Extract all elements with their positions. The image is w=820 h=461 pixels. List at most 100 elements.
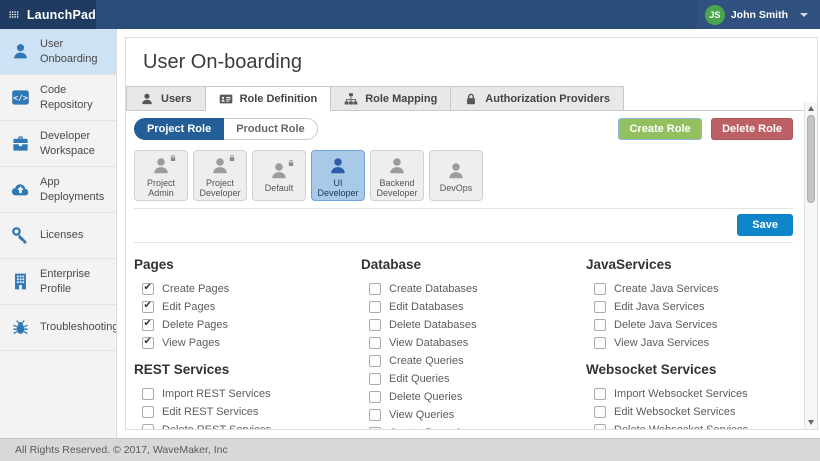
role-card-backend-developer[interactable]: Backend Developer [370, 150, 424, 201]
role-card-default[interactable]: Default [252, 150, 306, 201]
role-card-devops[interactable]: DevOps [429, 150, 483, 201]
permission-row[interactable]: Create Procedures [369, 427, 586, 430]
scroll-down-icon[interactable] [808, 420, 814, 425]
checkbox[interactable] [594, 406, 606, 418]
user-name: John Smith [731, 9, 788, 21]
permission-row[interactable]: Create Queries [369, 355, 586, 367]
scrollbar-thumb[interactable] [807, 115, 815, 203]
checkbox[interactable] [369, 301, 381, 313]
permission-row[interactable]: Delete Queries [369, 391, 586, 403]
sidebar-item-label: User Onboarding [40, 37, 112, 66]
checkbox[interactable] [142, 406, 154, 418]
scroll-up-icon[interactable] [808, 106, 814, 111]
checkbox[interactable] [142, 301, 154, 313]
sidebar-item-developer-workspace[interactable]: Developer Workspace [0, 121, 116, 167]
checkbox-label: Delete Websocket Services [614, 424, 748, 430]
create-role-button[interactable]: Create Role [618, 118, 701, 140]
tab-role-definition[interactable]: Role Definition [205, 86, 332, 111]
checkbox[interactable] [594, 388, 606, 400]
permission-row[interactable]: Edit REST Services [142, 406, 361, 418]
sidebar-item-licenses[interactable]: Licenses [0, 213, 116, 259]
checkbox[interactable] [142, 283, 154, 295]
permission-row[interactable]: Import Websocket Services [594, 388, 793, 400]
permissions-section-websocket-services: Websocket Services Import Websocket Serv… [586, 362, 793, 430]
save-button[interactable]: Save [737, 214, 793, 236]
role-card-project-admin[interactable]: Project Admin [134, 150, 188, 201]
permission-row[interactable]: View Queries [369, 409, 586, 421]
permission-row[interactable]: Create Databases [369, 283, 586, 295]
role-card-ui-developer[interactable]: UI Developer [311, 150, 365, 201]
tab-authorization-providers[interactable]: Authorization Providers [450, 86, 624, 110]
sidebar-item-label: Developer Workspace [40, 129, 112, 158]
checkbox[interactable] [369, 373, 381, 385]
tab-bar: Users Role Definition Role Mapping Autho… [126, 86, 817, 111]
checkbox[interactable] [594, 337, 606, 349]
permission-row[interactable]: Edit Databases [369, 301, 586, 313]
project-role-toggle[interactable]: Project Role [134, 118, 224, 140]
role-action-buttons: Create Role Delete Role [618, 118, 793, 140]
checkbox[interactable] [594, 424, 606, 430]
permission-row[interactable]: View Databases [369, 337, 586, 349]
cloud-upload-icon [11, 180, 30, 199]
tab-role-mapping[interactable]: Role Mapping [330, 86, 451, 110]
checkbox-label: View Java Services [614, 337, 709, 349]
permission-row[interactable]: Edit Pages [142, 301, 361, 313]
permission-row[interactable]: Delete Java Services [594, 319, 793, 331]
checkbox[interactable] [594, 283, 606, 295]
permission-row[interactable]: Delete REST Services [142, 424, 361, 430]
user-icon [328, 156, 348, 176]
checkbox[interactable] [142, 337, 154, 349]
sidebar-item-user-onboarding[interactable]: User Onboarding [0, 29, 116, 75]
role-card-project-developer[interactable]: Project Developer [193, 150, 247, 201]
checkbox[interactable] [369, 355, 381, 367]
sidebar-item-enterprise-profile[interactable]: Enterprise Profile [0, 259, 116, 305]
app-grid-icon [9, 8, 19, 21]
checkbox[interactable] [142, 424, 154, 430]
permission-row[interactable]: Import REST Services [142, 388, 361, 400]
user-icon [11, 42, 30, 61]
checkbox-label: Delete Databases [389, 319, 476, 331]
checkbox[interactable] [369, 427, 381, 430]
permission-row[interactable]: View Java Services [594, 337, 793, 349]
checkbox[interactable] [369, 283, 381, 295]
user-icon [140, 92, 154, 106]
checkbox[interactable] [369, 337, 381, 349]
user-icon [446, 161, 466, 181]
sidebar-item-troubleshooting[interactable]: Troubleshooting [0, 305, 116, 351]
role-card-label: Backend Developer [371, 178, 423, 199]
page-title: User On-boarding [126, 38, 817, 86]
sidebar-item-code-repository[interactable]: </> Code Repository [0, 75, 116, 121]
product-role-toggle[interactable]: Product Role [224, 118, 317, 140]
permissions-section-rest-services: REST Services Import REST Services Edit … [134, 362, 361, 430]
checkbox[interactable] [142, 388, 154, 400]
permission-row[interactable]: View Pages [142, 337, 361, 349]
delete-role-button[interactable]: Delete Role [711, 118, 793, 140]
checkbox[interactable] [369, 391, 381, 403]
user-menu[interactable]: JS John Smith [697, 0, 820, 29]
app-logo[interactable]: LaunchPad [0, 0, 96, 29]
permission-row[interactable]: Delete Databases [369, 319, 586, 331]
checkbox-label: Edit Databases [389, 301, 464, 313]
permission-row[interactable]: Delete Websocket Services [594, 424, 793, 430]
permission-row[interactable]: Edit Queries [369, 373, 586, 385]
section-title: REST Services [134, 362, 361, 377]
permission-row[interactable]: Create Pages [142, 283, 361, 295]
checkbox[interactable] [142, 319, 154, 331]
checkbox-label: View Queries [389, 409, 454, 421]
tab-users[interactable]: Users [126, 86, 206, 110]
lock-icon [464, 92, 478, 106]
permission-row[interactable]: Edit Websocket Services [594, 406, 793, 418]
checkbox[interactable] [369, 409, 381, 421]
checkbox[interactable] [369, 319, 381, 331]
bug-icon [11, 318, 30, 337]
permission-row[interactable]: Create Java Services [594, 283, 793, 295]
checkbox[interactable] [594, 319, 606, 331]
permission-row[interactable]: Delete Pages [142, 319, 361, 331]
sidebar-item-app-deployments[interactable]: App Deployments [0, 167, 116, 213]
vertical-scrollbar[interactable] [804, 102, 817, 429]
checkbox-label: Edit REST Services [162, 406, 258, 418]
permission-row[interactable]: Edit Java Services [594, 301, 793, 313]
checkbox[interactable] [594, 301, 606, 313]
checkbox-label: Delete REST Services [162, 424, 271, 430]
briefcase-icon [11, 134, 30, 153]
